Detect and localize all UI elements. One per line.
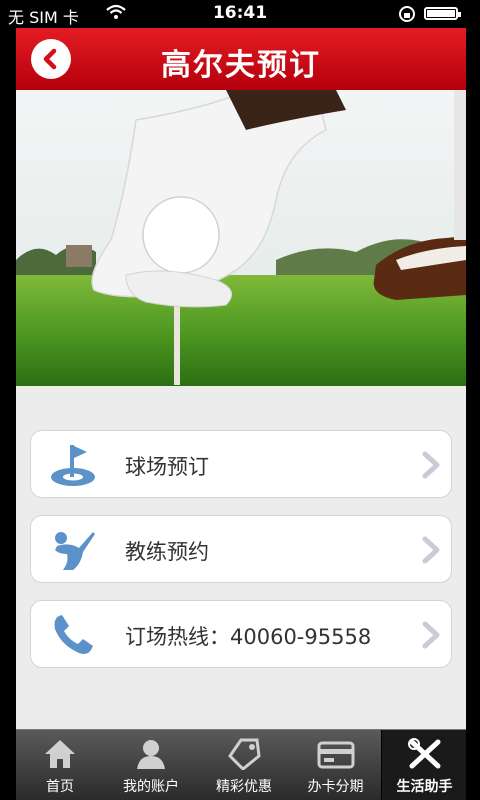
- golfer-icon: [49, 528, 97, 572]
- page-title: 高尔夫预订: [161, 48, 321, 83]
- tools-icon: [382, 738, 466, 770]
- phone-icon: [49, 613, 97, 657]
- home-icon: [16, 738, 104, 770]
- header-bar: 高尔夫预订: [16, 28, 466, 90]
- tab-bar: 首页 我的账户 精彩优惠 办卡分期 生活助手: [16, 729, 466, 800]
- tab-card-installment[interactable]: 办卡分期: [290, 730, 381, 800]
- tab-life-assistant[interactable]: 生活助手: [381, 730, 466, 800]
- tab-home[interactable]: 首页: [16, 730, 104, 800]
- tab-label: 精彩优惠: [216, 779, 272, 795]
- chevron-right-icon: [421, 536, 441, 568]
- menu-item-label: 球场预订: [125, 455, 209, 479]
- tab-label: 首页: [46, 779, 74, 795]
- hero-banner-image: [16, 90, 466, 386]
- menu-item-hotline[interactable]: 订场热线：40060-95558: [30, 600, 452, 668]
- tab-account[interactable]: 我的账户: [104, 730, 198, 800]
- menu-item-course-booking[interactable]: 球场预订: [30, 430, 452, 498]
- app-screen: 高尔夫预订 球场预订 教练预约 订场热线：40060-95558 首页 我的账户…: [16, 28, 466, 800]
- tag-icon: [198, 738, 290, 772]
- menu-item-label: 教练预约: [125, 540, 209, 564]
- card-icon: [290, 738, 381, 770]
- rotation-lock-icon: [398, 5, 416, 27]
- user-icon: [104, 738, 198, 770]
- tab-label: 办卡分期: [307, 779, 364, 795]
- golf-flag-icon: [49, 443, 97, 487]
- tab-offers[interactable]: 精彩优惠: [198, 730, 290, 800]
- tab-label: 生活助手: [396, 779, 453, 795]
- menu-item-label: 订场热线：40060-95558: [125, 625, 372, 649]
- status-bar: 无 SIM 卡 16:41: [0, 0, 480, 28]
- chevron-right-icon: [421, 621, 441, 653]
- battery-icon: [424, 7, 461, 20]
- menu-item-coach-booking[interactable]: 教练预约: [30, 515, 452, 583]
- tab-label: 我的账户: [123, 779, 179, 795]
- chevron-right-icon: [421, 451, 441, 483]
